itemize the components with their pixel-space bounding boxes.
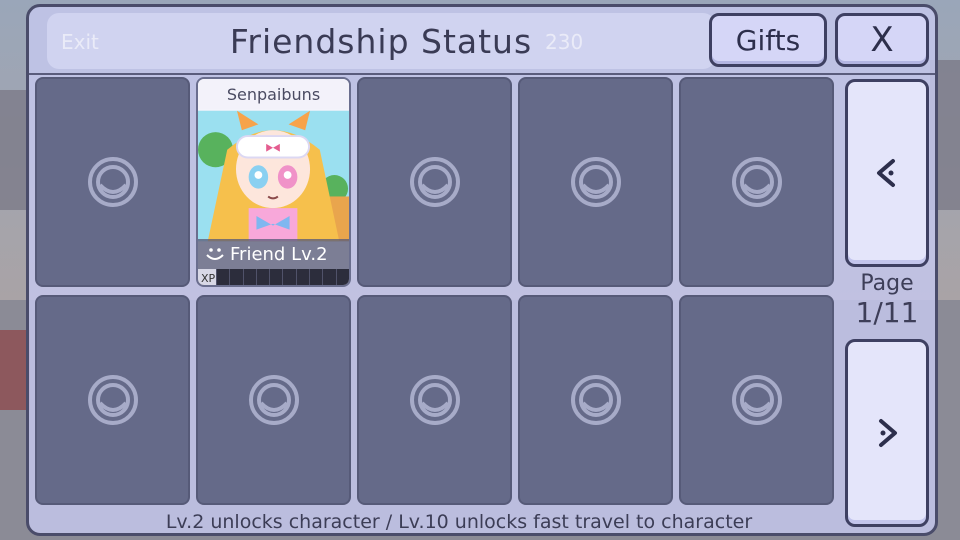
character-portrait [198,110,349,242]
empty-character-slot[interactable] [357,295,512,505]
friendship-level-bar: Friend Lv.2 [198,239,349,269]
xp-progress-bar: XP [198,269,349,285]
empty-character-slot[interactable] [35,77,190,287]
empty-slot-icon [731,157,782,207]
smile-icon [206,248,224,260]
empty-slot-icon [248,375,299,425]
exit-ghost-label: Exit [61,30,99,54]
empty-character-slot[interactable] [357,77,512,287]
empty-character-slot[interactable] [196,295,351,505]
empty-slot-icon [731,375,782,425]
friendship-status-modal: Exit 230 Friendship Status Gifts X Senpa… [26,4,938,536]
xp-label: XP [198,269,216,285]
chevron-left-icon [877,159,895,187]
modal-title: Friendship Status [229,21,533,61]
close-button[interactable]: X [835,13,929,67]
empty-slot-icon [570,375,621,425]
previous-page-button[interactable] [845,79,929,267]
page-label: Page [860,271,914,296]
empty-slot-icon [409,375,460,425]
empty-character-slot[interactable] [518,77,673,287]
character-name: Senpaibuns [198,79,349,109]
empty-slot-icon [570,157,621,207]
empty-character-slot[interactable] [35,295,190,505]
chevron-right-icon [879,419,897,447]
next-page-button[interactable] [845,339,929,527]
unlock-info-text: Lv.2 unlocks character / Lv.10 unlocks f… [165,511,753,533]
gifts-button[interactable]: Gifts [709,13,827,67]
title-bar: Exit 230 Friendship Status [47,13,715,69]
page-number: 1/11 [855,296,919,329]
empty-slot-icon [409,157,460,207]
gems-ghost-count: 230 [545,30,584,54]
page-indicator: Page 1/11 [845,271,929,329]
header-divider [29,73,935,75]
xp-segments [216,269,349,285]
empty-slot-icon [87,375,138,425]
friendship-level-text: Friend Lv.2 [230,243,328,265]
character-card-senpaibuns[interactable]: Senpaibuns Friend Lv.2 XP [196,77,351,287]
empty-character-slot[interactable] [679,77,834,287]
empty-slot-icon [87,157,138,207]
empty-character-slot[interactable] [679,295,834,505]
empty-character-slot[interactable] [518,295,673,505]
